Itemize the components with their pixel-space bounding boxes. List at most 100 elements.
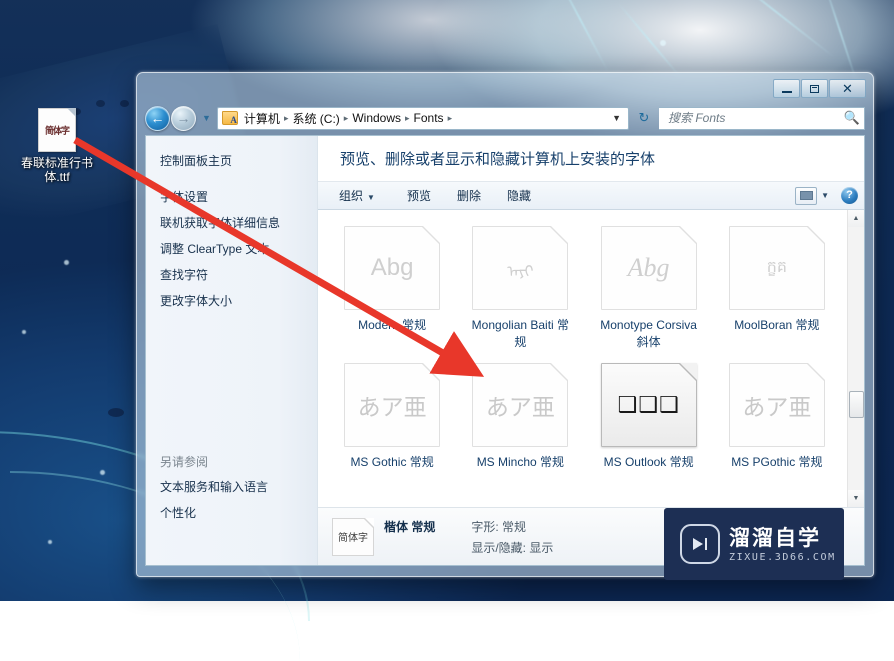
breadcrumb-dropdown-icon[interactable]: ▼ (607, 113, 626, 123)
forward-button[interactable]: → (171, 105, 196, 131)
font-preview-glyphs: Abg (627, 253, 670, 282)
sidebar-item-adjust-cleartype[interactable]: 调整 ClearType 文本 (160, 241, 317, 257)
sidebar: 控制面板主页 字体设置 联机获取字体详细信息 调整 ClearType 文本 查… (146, 136, 318, 565)
breadcrumb-item-windows[interactable]: Windows (349, 110, 404, 126)
font-item-label: MS Outlook 常规 (603, 455, 694, 469)
content-pane: 预览、删除或者显示和隐藏计算机上安装的字体 组织 ▼ 预览 删除 隐藏 ▼ ? A… (318, 136, 864, 565)
breadcrumb-item-computer[interactable]: 计算机 (241, 109, 283, 128)
font-item-label: MS Gothic 常规 (350, 455, 434, 469)
font-file-icon: ᠠᠶᠢ (472, 226, 569, 310)
see-also-section: 另请参阅 文本服务和输入语言 个性化 (160, 453, 310, 531)
sidebar-item-text-services[interactable]: 文本服务和输入语言 (160, 479, 310, 495)
font-item[interactable]: あア亜 MS Gothic 常规 (328, 359, 456, 496)
scrollbar-thumb[interactable] (849, 391, 864, 418)
window-controls: ✕ (773, 79, 866, 98)
watermark: 溜溜自学 ZIXUE.3D66.COM (664, 508, 844, 580)
explorer-window: ✕ ← → ▼ 计算机 ▸ 系统 (C:) ▸ Windows ▸ Fonts … (136, 72, 874, 577)
font-preview-glyphs: ❑❑❑ (617, 392, 680, 417)
font-item-label: Mongolian Baiti 常规 (471, 318, 570, 349)
scroll-down-button[interactable]: ▼ (847, 490, 864, 507)
font-item[interactable]: ᠠᠶᠢ Mongolian Baiti 常规 (456, 222, 584, 359)
status-icon-glyph-text: 简体字 (338, 533, 368, 544)
maximize-icon (810, 84, 819, 93)
back-button[interactable]: ← (145, 105, 170, 131)
wallpaper-spot (120, 100, 129, 107)
help-icon[interactable]: ? (841, 187, 858, 204)
breadcrumb[interactable]: 计算机 ▸ 系统 (C:) ▸ Windows ▸ Fonts ▸ ▼ (216, 106, 629, 130)
preview-button[interactable]: 预览 (398, 184, 440, 207)
status-font-icon: 简体字 (332, 517, 374, 556)
play-triangle-icon (692, 538, 703, 550)
fonts-folder-icon (221, 111, 238, 125)
hide-button[interactable]: 隐藏 (498, 184, 540, 207)
scroll-up-button[interactable]: ▲ (847, 210, 864, 227)
font-preview-glyphs: あア亜 (485, 395, 555, 421)
font-preview-glyphs: あア亜 (742, 395, 812, 421)
vertical-scrollbar[interactable]: ▲ ▼ (847, 210, 864, 507)
font-item-label: MS Mincho 常规 (476, 455, 565, 469)
maximize-button[interactable] (801, 79, 828, 98)
view-pane-glyph (799, 191, 813, 200)
font-item[interactable]: ក្ខគ MoolBoran 常规 (713, 222, 841, 359)
wallpaper-spot (96, 100, 105, 107)
font-preview-glyphs: ក្ខគ (766, 259, 788, 276)
minimize-icon (781, 90, 792, 93)
sidebar-item-find-character[interactable]: 查找字符 (160, 267, 317, 283)
search-icon[interactable]: 🔍 (844, 110, 860, 126)
font-file-icon: あア亜 (344, 363, 441, 447)
font-item[interactable]: ❑❑❑ MS Outlook 常规 (585, 359, 713, 496)
wallpaper-dot (660, 40, 666, 46)
font-item[interactable]: あア亜 MS PGothic 常规 (713, 359, 841, 496)
recent-pages-dropdown-icon[interactable]: ▼ (200, 113, 213, 123)
status-details: 楷体 常规 字形: 常规 显示/隐藏: 显示 (384, 518, 553, 556)
minimize-button[interactable] (773, 79, 800, 98)
change-view-icon[interactable] (795, 186, 818, 205)
sidebar-item-font-settings[interactable]: 字体设置 (160, 189, 317, 205)
ttf-icon-glyph-text: 简体字 (44, 126, 70, 137)
font-grid: Abg Modern 常规 ᠠᠶᠢ Mongolian Baiti 常规 Abg Mono… (318, 210, 847, 507)
search-input[interactable] (666, 110, 844, 126)
sidebar-item-control-panel-home[interactable]: 控制面板主页 (160, 152, 317, 169)
status-style-row: 字形: 常规 (471, 518, 553, 535)
sidebar-item-change-font-size[interactable]: 更改字体大小 (160, 293, 317, 309)
ttf-font-file-icon: 简体字 (38, 108, 76, 152)
font-grid-wrapper: Abg Modern 常规 ᠠᠶᠢ Mongolian Baiti 常规 Abg Mono… (318, 210, 864, 507)
font-file-icon: あア亜 (472, 363, 569, 447)
chevron-down-icon: ▼ (367, 193, 375, 202)
wallpaper-dot (22, 330, 26, 334)
font-item-label: MoolBoran 常规 (734, 318, 820, 332)
font-file-icon: Abg (344, 226, 441, 310)
search-box[interactable]: 🔍 (659, 106, 865, 130)
organize-button[interactable]: 组织 ▼ (330, 184, 384, 207)
watermark-title: 溜溜自学 (729, 525, 821, 550)
status-right-column: 字形: 常规 显示/隐藏: 显示 (471, 518, 553, 556)
font-item-label: MS PGothic 常规 (731, 455, 823, 469)
wallpaper-streak (550, 0, 610, 73)
watermark-text: 溜溜自学 ZIXUE.3D66.COM (729, 526, 836, 563)
status-visibility-label: 显示/隐藏: (471, 540, 527, 555)
breadcrumb-separator-icon[interactable]: ▸ (447, 113, 454, 124)
breadcrumb-item-fonts[interactable]: Fonts (411, 110, 447, 126)
wallpaper-dot (64, 260, 69, 265)
wallpaper-spot (108, 408, 124, 417)
status-style-label: 字形: (471, 519, 499, 534)
font-item[interactable]: あア亜 MS Mincho 常规 (456, 359, 584, 496)
sidebar-item-get-font-details-online[interactable]: 联机获取字体详细信息 (160, 215, 317, 231)
close-button[interactable]: ✕ (829, 79, 866, 98)
font-file-icon: あア亜 (728, 363, 825, 447)
status-left-column: 楷体 常规 (384, 518, 435, 556)
font-item[interactable]: Abg Modern 常规 (328, 222, 456, 359)
font-item[interactable]: Abg Monotype Corsiva 斜体 (585, 222, 713, 359)
sidebar-item-personalization[interactable]: 个性化 (160, 505, 310, 521)
desktop-icon-font-file[interactable]: 简体字 春联标准行书体.ttf (14, 108, 100, 184)
font-item-label: Monotype Corsiva 斜体 (600, 318, 697, 349)
view-dropdown-icon[interactable]: ▼ (819, 191, 835, 200)
watermark-url: ZIXUE.3D66.COM (729, 551, 836, 563)
refresh-icon[interactable]: ↻ (633, 107, 655, 130)
delete-button[interactable]: 删除 (448, 184, 490, 207)
see-also-title: 另请参阅 (160, 455, 209, 469)
breadcrumb-item-system-c[interactable]: 系统 (C:) (289, 109, 342, 128)
close-icon: ✕ (842, 81, 853, 96)
window-titlebar[interactable]: ✕ (137, 73, 873, 103)
window-body: 控制面板主页 字体设置 联机获取字体详细信息 调整 ClearType 文本 查… (145, 135, 865, 566)
